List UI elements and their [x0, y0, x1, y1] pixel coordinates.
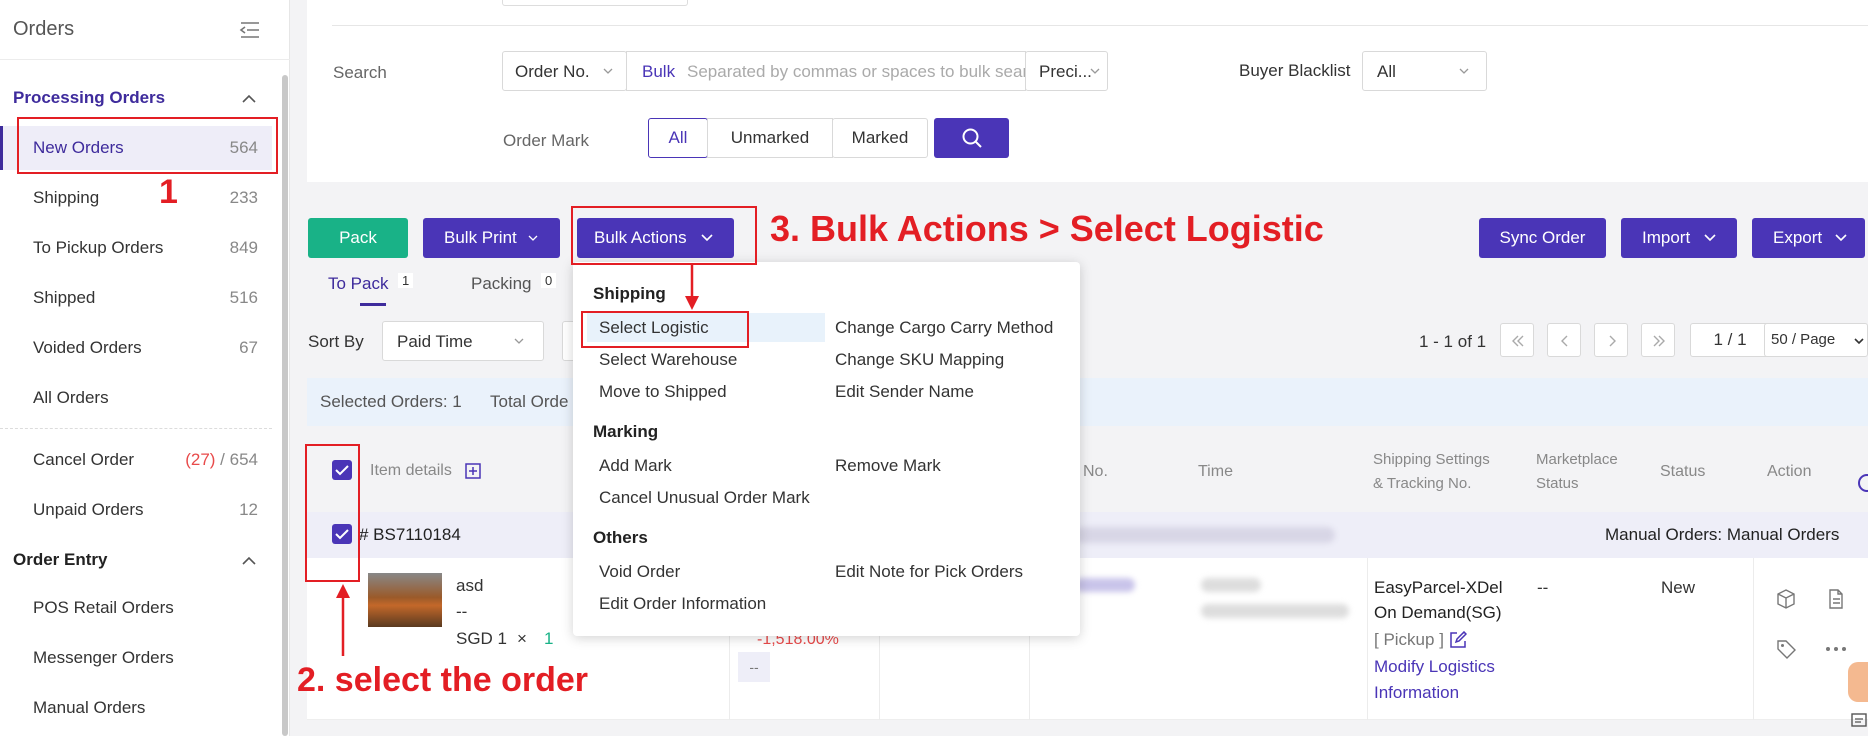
annotation-arrows [336, 265, 699, 656]
